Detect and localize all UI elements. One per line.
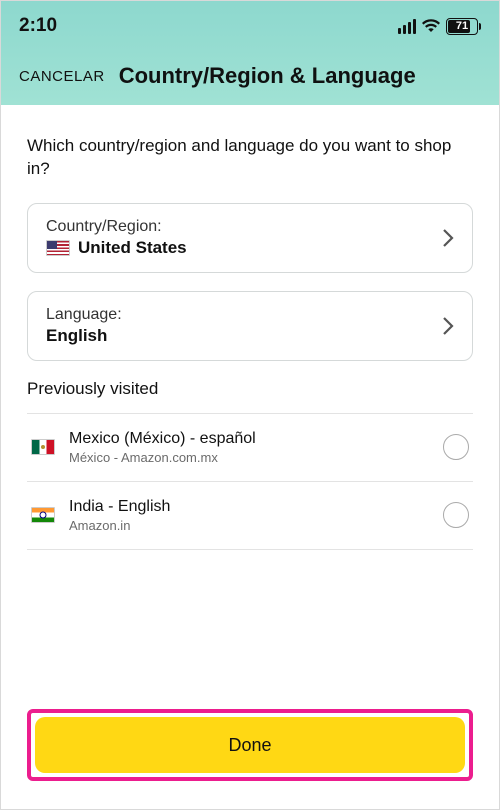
header-area: 2:10 71 CANCELAR Country/Region & Langua… — [1, 1, 499, 105]
mexico-flag-icon — [31, 439, 55, 455]
divider — [27, 549, 473, 550]
country-region-value: United States — [78, 238, 187, 258]
footer: Done — [1, 701, 499, 809]
highlight-frame: Done — [27, 709, 473, 781]
status-bar: 2:10 71 — [19, 11, 481, 41]
clock: 2:10 — [19, 15, 57, 37]
india-flag-icon — [31, 507, 55, 523]
radio-button[interactable] — [443, 502, 469, 528]
title-row: CANCELAR Country/Region & Language — [19, 63, 481, 89]
language-value: English — [46, 326, 122, 346]
settings-screen: 2:10 71 CANCELAR Country/Region & Langua… — [0, 0, 500, 810]
page-title: Country/Region & Language — [119, 63, 416, 89]
previous-item-india[interactable]: India - English Amazon.in — [27, 482, 473, 549]
previous-item-title: Mexico (México) - español — [69, 430, 429, 448]
radio-button[interactable] — [443, 434, 469, 460]
done-button[interactable]: Done — [35, 717, 465, 773]
cellular-signal-icon — [398, 19, 416, 34]
chevron-right-icon — [442, 316, 454, 336]
wifi-icon — [422, 17, 440, 35]
battery-icon: 71 — [446, 18, 481, 35]
prompt-text: Which country/region and language do you… — [27, 135, 473, 181]
cancel-button[interactable]: CANCELAR — [19, 68, 105, 85]
country-region-card[interactable]: Country/Region: United States — [27, 203, 473, 273]
us-flag-icon — [46, 240, 70, 256]
previous-item-mexico[interactable]: Mexico (México) - español México - Amazo… — [27, 414, 473, 481]
language-label: Language: — [46, 306, 122, 324]
previous-item-subtitle: Amazon.in — [69, 518, 429, 533]
status-icons: 71 — [398, 17, 481, 35]
previous-item-subtitle: México - Amazon.com.mx — [69, 450, 429, 465]
content-area: Which country/region and language do you… — [1, 105, 499, 701]
country-region-label: Country/Region: — [46, 218, 187, 236]
chevron-right-icon — [442, 228, 454, 248]
previous-item-title: India - English — [69, 498, 429, 516]
language-card[interactable]: Language: English — [27, 291, 473, 361]
previously-visited-title: Previously visited — [27, 379, 473, 399]
battery-level: 71 — [456, 20, 468, 32]
